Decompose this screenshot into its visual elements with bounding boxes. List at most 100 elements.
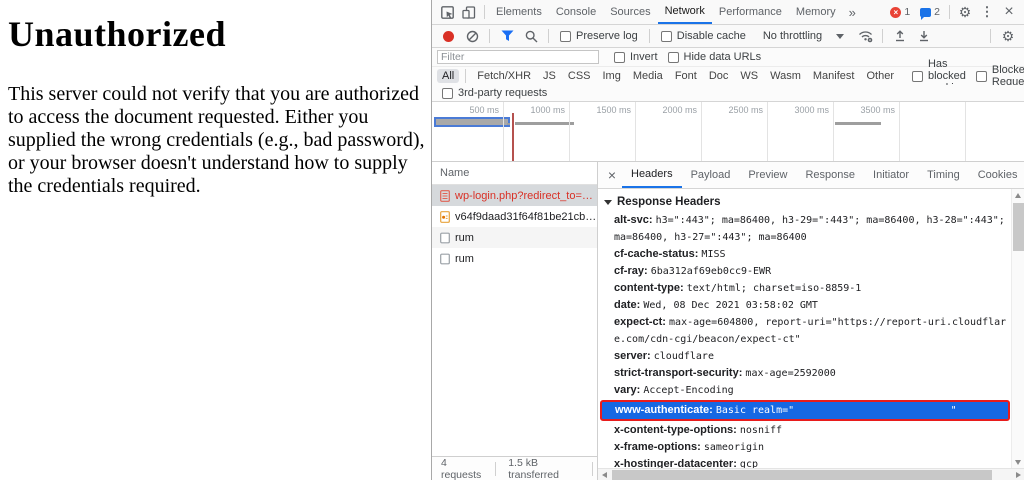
has-blocked-cookies-checkbox[interactable]: [912, 71, 923, 82]
timeline-tick-label: 1000 ms: [509, 105, 565, 115]
filter-chip-img[interactable]: Img: [598, 69, 626, 83]
close-icon: ×: [1004, 3, 1013, 21]
detail-tabs: HeadersPayloadPreviewResponseInitiatorTi…: [622, 162, 1024, 188]
export-har-button[interactable]: [913, 25, 935, 47]
main-tab-sources[interactable]: Sources: [603, 0, 657, 24]
message-badge[interactable]: 2: [915, 6, 945, 18]
request-row[interactable]: rum: [432, 227, 597, 248]
filter-chip-other[interactable]: Other: [861, 69, 899, 83]
header-name: content-type:: [614, 282, 684, 294]
import-har-button[interactable]: [889, 25, 911, 47]
header-name: www-authenticate:: [615, 404, 713, 416]
timeline-tick-label: 3500 ms: [839, 105, 895, 115]
filter-chip-manifest[interactable]: Manifest: [808, 69, 860, 83]
main-tabs: ElementsConsoleSourcesNetworkPerformance…: [489, 0, 843, 24]
search-button[interactable]: [520, 25, 542, 47]
close-detail-button[interactable]: ×: [602, 165, 622, 185]
filter-chip-media[interactable]: Media: [628, 69, 668, 83]
request-row[interactable]: rum: [432, 248, 597, 269]
header-name: expect-ct:: [614, 316, 666, 328]
generic-icon: [440, 253, 450, 265]
more-tabs-button[interactable]: »: [843, 5, 862, 20]
filter-funnel-icon: [501, 30, 514, 42]
filter-chip-js[interactable]: JS: [538, 69, 561, 83]
load-event-line: [512, 113, 514, 162]
response-headers-section-toggle[interactable]: Response Headers: [598, 189, 1010, 212]
filter-toggle-button[interactable]: [496, 25, 518, 47]
inspect-element-button[interactable]: [436, 1, 458, 23]
detail-tab-initiator[interactable]: Initiator: [864, 162, 918, 188]
blocked-requests-checkbox[interactable]: [976, 71, 987, 82]
name-column-header[interactable]: Name: [432, 162, 597, 185]
scroll-right-button[interactable]: [1012, 469, 1024, 480]
timeline-tick-label: 2000 ms: [641, 105, 697, 115]
third-party-checkbox[interactable]: [442, 88, 453, 99]
record-button[interactable]: [437, 25, 459, 47]
menu-button[interactable]: ⋮: [976, 1, 998, 23]
device-toolbar-button[interactable]: [458, 1, 480, 23]
main-tab-console[interactable]: Console: [549, 0, 603, 24]
header-row: strict-transport-security: max-age=25920…: [598, 365, 1010, 382]
detail-tab-cookies[interactable]: Cookies: [969, 162, 1024, 188]
horizontal-scroll-thumb[interactable]: [612, 470, 992, 480]
disable-cache-toggle[interactable]: Disable cache: [656, 30, 751, 42]
preserve-log-checkbox[interactable]: [560, 31, 571, 42]
detail-tab-preview[interactable]: Preview: [739, 162, 796, 188]
horizontal-scrollbar[interactable]: [598, 468, 1024, 480]
clear-button[interactable]: [461, 25, 483, 47]
vertical-scroll-thumb[interactable]: [1013, 203, 1024, 251]
settings-button[interactable]: ⚙: [954, 1, 976, 23]
main-tab-performance[interactable]: Performance: [712, 0, 789, 24]
filter-chip-fetch-xhr[interactable]: Fetch/XHR: [472, 69, 536, 83]
request-row[interactable]: v64f9daad31f64f81be21cbef6...: [432, 206, 597, 227]
filter-chip-css[interactable]: CSS: [563, 69, 596, 83]
invert-checkbox[interactable]: [614, 52, 625, 63]
scroll-up-button[interactable]: [1012, 189, 1024, 201]
header-row: content-type: text/html; charset=iso-885…: [598, 280, 1010, 297]
network-settings-button[interactable]: ⚙: [997, 25, 1019, 47]
detail-tab-headers[interactable]: Headers: [622, 162, 682, 188]
disable-cache-checkbox[interactable]: [661, 31, 672, 42]
header-row: cf-ray: 6ba312af69eb0cc9-EWR: [598, 263, 1010, 280]
filter-input[interactable]: [437, 50, 599, 64]
error-badge[interactable]: × 1: [885, 6, 915, 18]
network-conditions-button[interactable]: [854, 25, 876, 47]
header-value: text/html; charset=iso-8859-1: [687, 283, 862, 294]
scroll-down-button[interactable]: [1012, 456, 1024, 468]
main-tab-memory[interactable]: Memory: [789, 0, 843, 24]
hide-data-urls-toggle[interactable]: Hide data URLs: [663, 51, 767, 63]
main-tab-elements[interactable]: Elements: [489, 0, 549, 24]
filter-chip-font[interactable]: Font: [670, 69, 702, 83]
detail-tab-payload[interactable]: Payload: [682, 162, 740, 188]
scroll-left-button[interactable]: [598, 469, 610, 480]
preserve-log-toggle[interactable]: Preserve log: [555, 30, 643, 42]
disable-cache-label: Disable cache: [677, 30, 746, 42]
invert-toggle[interactable]: Invert: [609, 51, 663, 63]
vertical-scrollbar[interactable]: [1011, 189, 1024, 468]
network-status-bar: 4 requests 1.5 kB transferred: [432, 456, 597, 480]
main-tab-network[interactable]: Network: [658, 0, 712, 24]
error-icon: ×: [890, 7, 901, 18]
filter-chip-ws[interactable]: WS: [735, 69, 763, 83]
request-detail-pane: × HeadersPayloadPreviewResponseInitiator…: [598, 162, 1024, 480]
throttling-value: No throttling: [763, 30, 822, 42]
request-row[interactable]: wp-login.php?redirect_to=htt...: [432, 185, 597, 206]
hide-data-urls-checkbox[interactable]: [668, 52, 679, 63]
inspect-icon: [441, 6, 454, 19]
divider: [465, 69, 466, 83]
detail-tab-response[interactable]: Response: [796, 162, 864, 188]
third-party-toggle[interactable]: 3rd-party requests: [437, 87, 552, 99]
header-name: cf-cache-status:: [614, 248, 698, 260]
header-name: strict-transport-security:: [614, 367, 742, 379]
header-row: alt-svc: h3=":443"; ma=86400, h3-29=":44…: [598, 212, 1010, 246]
arrow-right-icon: [1016, 472, 1021, 478]
filter-chip-doc[interactable]: Doc: [704, 69, 734, 83]
header-row: vary: Accept-Encoding: [598, 382, 1010, 399]
filter-chip-wasm[interactable]: Wasm: [765, 69, 806, 83]
timeline-overview[interactable]: 500 ms1000 ms1500 ms2000 ms2500 ms3000 m…: [432, 102, 1024, 162]
filter-chip-all[interactable]: All: [437, 69, 459, 83]
timeline-tick-label: 2500 ms: [707, 105, 763, 115]
detail-tab-timing[interactable]: Timing: [918, 162, 969, 188]
throttling-select[interactable]: No throttling: [753, 30, 852, 42]
close-devtools-button[interactable]: ×: [998, 1, 1020, 23]
